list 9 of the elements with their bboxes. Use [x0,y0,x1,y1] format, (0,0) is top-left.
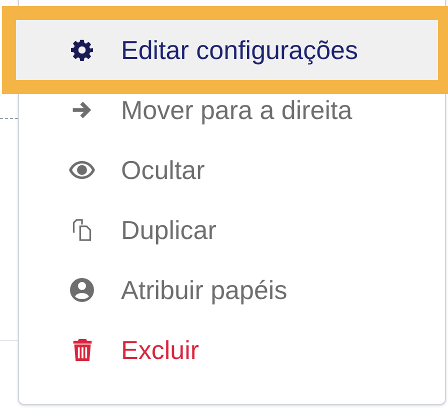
menu-item[interactable]: Mover para a direita [19,80,445,140]
menu-item[interactable]: Atribuir papéis [19,260,445,320]
menu-item[interactable]: Duplicar [19,200,445,260]
gear-icon [69,39,95,61]
menu-item[interactable]: Excluir [19,320,445,380]
menu-item[interactable]: Ocultar [19,140,445,200]
eye-icon [69,161,95,179]
user-icon [69,278,95,302]
menu-item[interactable]: Editar configurações [16,20,438,80]
